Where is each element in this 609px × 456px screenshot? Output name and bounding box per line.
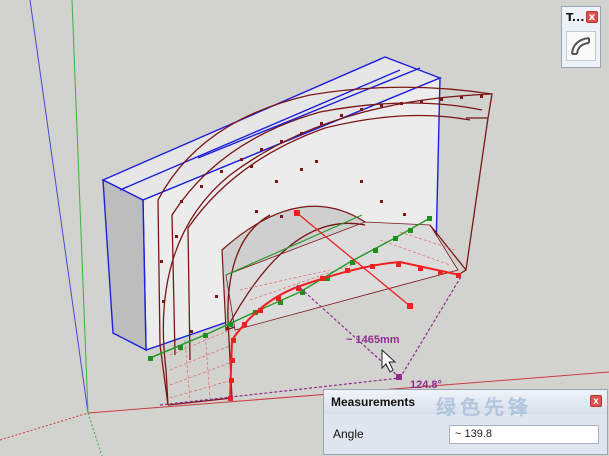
arc-tool-icon bbox=[571, 37, 590, 55]
watermark: 绿色先锋 bbox=[436, 397, 532, 419]
red-axis-dotted bbox=[0, 412, 89, 441]
pointer-cursor bbox=[381, 348, 397, 373]
green-axis bbox=[71, 0, 89, 414]
angle-value-field[interactable]: ~ 139.8 bbox=[449, 424, 599, 444]
tray-close-button[interactable]: x bbox=[586, 11, 598, 23]
distance-label: ~ 1465mm bbox=[346, 334, 400, 346]
measurements-title: Measurements bbox=[331, 395, 416, 409]
arc-tool-button[interactable] bbox=[566, 31, 596, 61]
model-viewport[interactable]: ~ 1465mm 124.8° bbox=[0, 0, 609, 456]
measurements-panel: Measurements 绿色先锋 x Angle ~ 139.8 bbox=[323, 389, 608, 455]
blue-axis bbox=[29, 0, 89, 414]
green-axis-dotted bbox=[87, 412, 103, 456]
measurements-header: Measurements 绿色先锋 x bbox=[324, 390, 607, 419]
angle-label-text: Angle bbox=[333, 427, 364, 441]
tool-tray: T... x bbox=[561, 6, 601, 68]
tray-title: T... bbox=[566, 10, 585, 24]
measurements-close-button[interactable]: x bbox=[590, 395, 602, 407]
tray-header: T... x bbox=[562, 7, 600, 27]
